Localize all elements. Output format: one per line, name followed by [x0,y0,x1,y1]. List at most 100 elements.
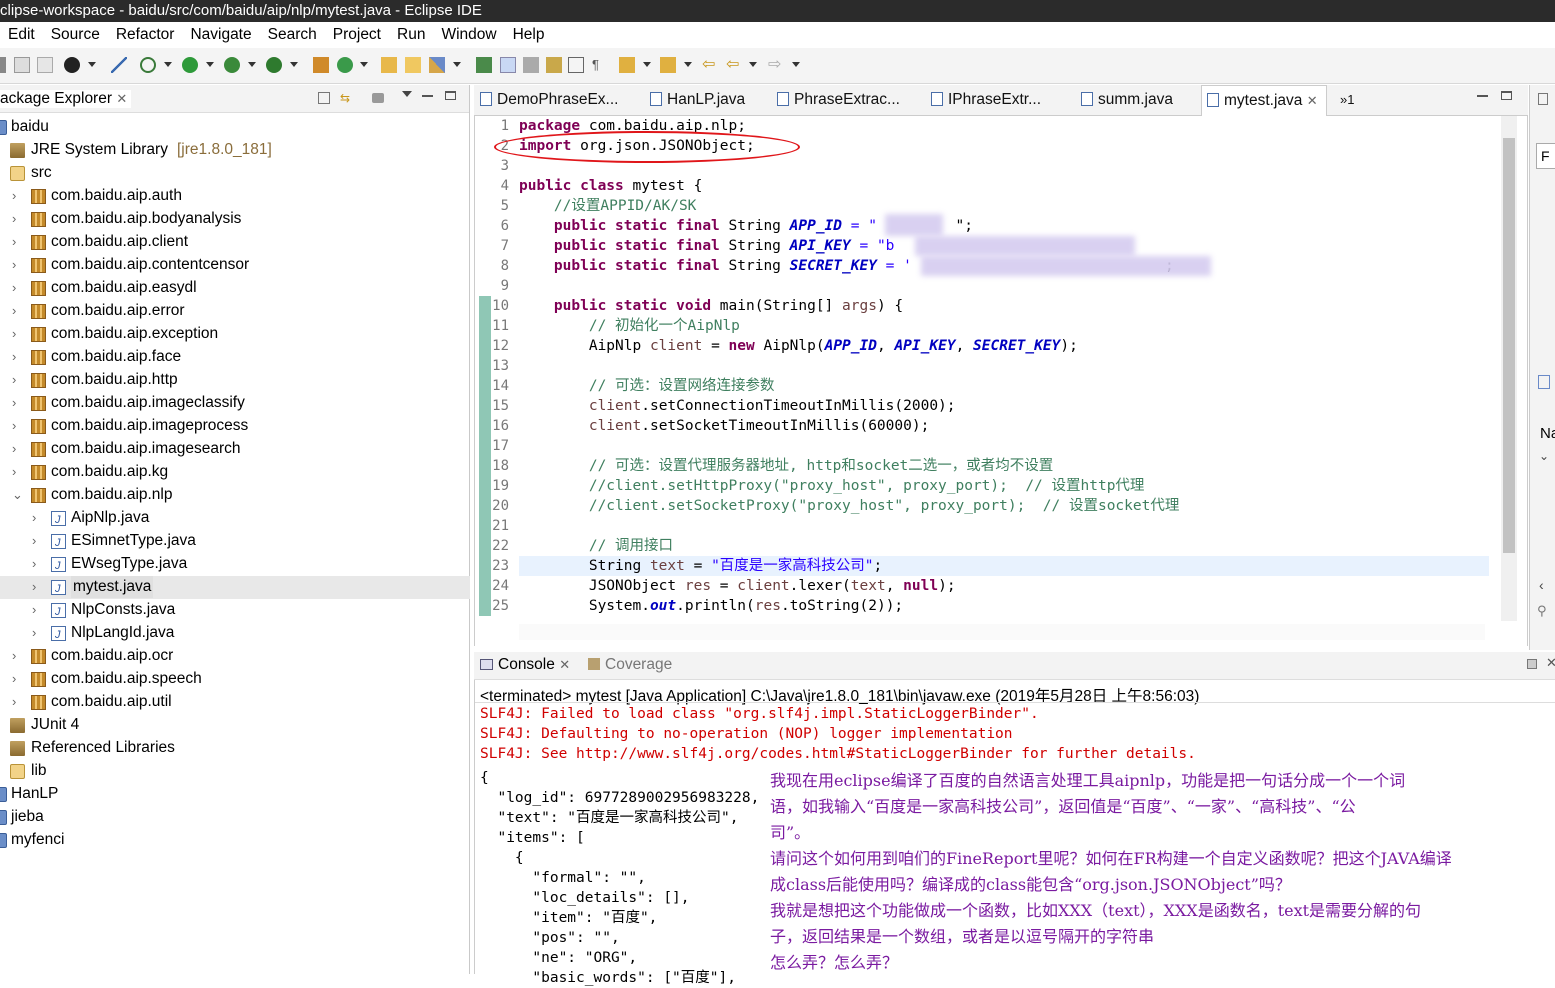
editor-tab[interactable]: IPhraseExtr... [931,85,1041,116]
tab-console[interactable]: Console ✕ [480,656,570,674]
chevron-right-icon[interactable]: › [32,599,42,621]
chevron-down-icon[interactable] [248,62,256,67]
tree-item[interactable]: Referenced Libraries [0,737,470,760]
menu-window[interactable]: Window [432,26,503,44]
run-icon[interactable] [182,57,198,73]
tab-overflow-button[interactable]: »1 [1340,85,1354,116]
chevron-right-icon[interactable]: › [12,369,22,391]
chevron-down-icon[interactable]: ⌄ [12,484,23,506]
collapse-all-icon[interactable] [318,92,330,104]
tree-item[interactable]: › mytest.java [0,576,470,600]
menu-help[interactable]: Help [504,26,552,44]
new-icon[interactable] [0,57,6,73]
task-list-icon[interactable] [1538,375,1550,389]
tree-item[interactable]: › AipNlp.java [0,507,470,531]
tree-item[interactable]: › ESimnetType.java [0,530,470,554]
vertical-scrollbar[interactable] [1501,116,1517,621]
chevron-right-icon[interactable]: › [32,553,42,575]
tree-item[interactable]: › com.baidu.aip.error [0,300,470,323]
chevron-right-icon[interactable]: › [12,185,22,207]
tab-coverage[interactable]: Coverage [588,656,672,674]
view-menu-icon[interactable] [402,91,412,97]
chevron-right-icon[interactable]: › [12,668,22,690]
chevron-right-icon[interactable]: › [12,346,22,368]
chevron-right-icon[interactable]: › [12,300,22,322]
editor-tab[interactable]: DemoPhraseEx... [480,85,618,116]
filter-icon[interactable] [372,93,384,103]
chevron-down-icon[interactable] [792,62,800,67]
link-with-editor-icon[interactable]: ⇆ [340,92,354,104]
terminate-icon[interactable] [1527,659,1537,669]
chevron-right-icon[interactable]: › [32,622,42,644]
chevron-down-icon[interactable]: ⌄ [1539,449,1549,463]
tree-item[interactable]: › com.baidu.aip.easydl [0,277,470,300]
chevron-right-icon[interactable]: › [12,208,22,230]
tree-item[interactable]: src [0,162,470,185]
menu-project[interactable]: Project [324,26,388,44]
tree-item[interactable]: › com.baidu.aip.imageprocess [0,415,470,438]
previous-annotation-icon[interactable] [660,57,676,73]
menu-refactor[interactable]: Refactor [107,26,182,44]
tree-item[interactable]: › com.baidu.aip.face [0,346,470,369]
tree-item[interactable]: › com.baidu.aip.contentcensor [0,254,470,277]
maximize-icon[interactable] [445,91,456,100]
menu-edit[interactable]: Edit [0,26,42,44]
tree-item[interactable]: › com.baidu.aip.imageclassify [0,392,470,415]
chevron-right-icon[interactable]: › [12,461,22,483]
chevron-down-icon[interactable] [643,62,651,67]
remove-launch-icon[interactable]: ✕ [1546,655,1555,671]
tree-item[interactable]: › com.baidu.aip.client [0,231,470,254]
chevron-right-icon[interactable]: › [12,392,22,414]
forward-icon[interactable]: ⇨ [768,57,784,73]
show-whitespace-icon[interactable]: ¶ [592,57,608,73]
tree-item[interactable]: jieba [0,806,470,829]
toggle-mark-occurrences-icon[interactable] [476,57,492,73]
menu-navigate[interactable]: Navigate [181,26,258,44]
external-tools-icon[interactable] [266,57,282,73]
skip-breakpoints-icon[interactable] [111,57,127,73]
toggle-block-selection-icon[interactable] [500,57,516,73]
tree-item[interactable]: JRE System Library [jre1.8.0_181] [0,139,470,162]
new-java-package-icon[interactable] [313,57,329,73]
search-icon[interactable] [429,57,445,73]
last-edit-location-icon[interactable]: ⇦ [702,57,718,73]
chevron-right-icon[interactable]: › [32,507,42,529]
minimize-icon[interactable] [422,95,433,97]
chevron-left-icon[interactable]: ‹ [1539,577,1544,593]
chevron-down-icon[interactable] [290,62,298,67]
chevron-right-icon[interactable]: › [32,576,42,598]
debug-profile-icon[interactable] [64,57,80,73]
chevron-down-icon[interactable] [453,62,461,67]
chevron-right-icon[interactable]: › [32,530,42,552]
tree-item[interactable]: baidu [0,116,470,139]
open-type-icon[interactable] [381,57,397,73]
tree-item[interactable]: › com.baidu.aip.bodyanalysis [0,208,470,231]
code-editor[interactable]: 1 2 3 4 5 6 7 8 9 10 11 12 13 14 15 16 17 18 19 20 21 22 23 24 2… [474,116,1528,646]
tree-item[interactable]: › com.baidu.aip.speech [0,668,470,691]
coverage-icon[interactable] [224,57,240,73]
chevron-down-icon[interactable] [164,62,172,67]
tree-item[interactable]: › com.baidu.aip.auth [0,185,470,208]
tree-item[interactable]: › NlpLangId.java [0,622,470,646]
new-java-class-icon[interactable] [337,57,353,73]
scrollbar-thumb[interactable] [1503,138,1515,553]
highlight-icon[interactable] [546,57,562,73]
tree-item[interactable]: › com.baidu.aip.http [0,369,470,392]
chevron-right-icon[interactable]: › [12,277,22,299]
chevron-down-icon[interactable] [206,62,214,67]
chevron-right-icon[interactable]: › [12,645,22,667]
chevron-right-icon[interactable]: › [12,323,22,345]
back-icon[interactable]: ⇦ [726,57,742,73]
close-icon[interactable]: ✕ [559,657,570,672]
word-wrap-icon[interactable] [523,57,539,73]
tree-item[interactable]: ⌄ com.baidu.aip.nlp [0,484,470,507]
outline-view-icon[interactable] [1538,93,1548,105]
close-icon[interactable]: ✕ [1307,93,1318,108]
show-source-icon[interactable] [568,57,584,73]
maximize-icon[interactable] [1501,91,1512,100]
editor-tab-active[interactable]: mytest.java ✕ [1201,85,1327,116]
chevron-down-icon[interactable] [749,62,757,67]
tree-item[interactable]: JUnit 4 [0,714,470,737]
horizontal-scrollbar[interactable] [519,624,1485,640]
tree-item[interactable]: › com.baidu.aip.kg [0,461,470,484]
